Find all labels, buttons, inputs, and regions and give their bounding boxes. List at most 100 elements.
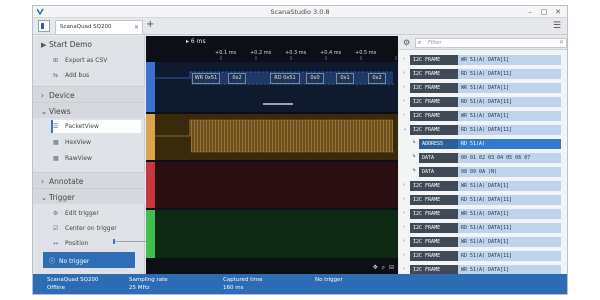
search-icon: ⌕	[418, 39, 422, 46]
expand-icon[interactable]: ›	[403, 70, 405, 76]
start-demo-header[interactable]: ▶ Start Demo	[33, 36, 145, 53]
chevron-down-icon[interactable]: ⌄	[403, 126, 407, 132]
waveform-traces	[155, 56, 397, 153]
expand-icon[interactable]: ›	[403, 196, 405, 202]
packet-row[interactable]: › I2C FRAME RD 51(A) DATA[11]	[399, 94, 567, 109]
decoded-packet[interactable]: RD 0x51	[270, 73, 300, 84]
pan-icon[interactable]: ✥	[373, 264, 378, 271]
checkbox-icon: ☑	[53, 225, 59, 232]
wave-tools: ✥ ⌕ ⊟	[371, 264, 394, 272]
new-tab-button[interactable]: +	[146, 19, 154, 30]
edit-trigger-item[interactable]: ⚙ Edit trigger	[53, 207, 143, 220]
decoded-packet[interactable]: WR 0x51	[192, 73, 220, 84]
tab-device[interactable]: ScanaQuad SQ200 ✕	[55, 20, 143, 34]
horizontal-scrollbar[interactable]	[263, 103, 293, 105]
packet-row[interactable]: › I2C FRAME WR 51(A) DATA[1]	[399, 178, 567, 193]
decoded-packet[interactable]: 0x0	[306, 73, 324, 84]
chevron-right-icon: ›	[41, 91, 44, 100]
trigger-section[interactable]: ⌄ Trigger	[33, 188, 145, 204]
decoded-packet[interactable]: 0x1	[336, 73, 354, 84]
filter-input[interactable]: ⌕ Filter ✕	[415, 38, 567, 48]
window-title: ScanaStudio 3.0.8	[270, 8, 330, 16]
add-bus-item[interactable]: ⇆ Add bus	[53, 69, 143, 82]
expand-icon[interactable]: ›	[403, 266, 405, 272]
expand-icon[interactable]: ›	[403, 252, 405, 258]
packet-row[interactable]: › I2C FRAME WR 51(A) DATA[1]	[399, 52, 567, 67]
chevron-down-icon: ⌄	[41, 193, 48, 202]
tree-branch-icon: ↳	[412, 153, 417, 159]
packet-row[interactable]: › I2C FRAME WR 51(A) DATA[1]	[399, 80, 567, 95]
packet-subrow-data[interactable]: ↳ DATA 00 01 02 03 04 05 06 07	[399, 150, 567, 165]
sidebar-item-packetview[interactable]: ☰ PacketView	[51, 120, 141, 133]
data-trace	[155, 119, 394, 153]
no-trigger-button[interactable]: ⓘ No trigger	[43, 252, 135, 268]
minimize-button[interactable]: –	[523, 6, 537, 18]
tab-label: ScanaQuad SQ200	[60, 24, 112, 30]
tree-branch-icon: ↳	[412, 167, 417, 173]
decoded-packet[interactable]: 0x2	[368, 73, 386, 84]
packet-subrow-data[interactable]: ↳ DATA 08 09 0A (N)	[399, 164, 567, 179]
gear-icon: ⚙	[53, 210, 59, 217]
packet-row[interactable]: › I2C FRAME WR 51(A) DATA[1]	[399, 234, 567, 249]
sidebar-item-rawview[interactable]: ▦ RawView	[53, 152, 143, 165]
expand-icon[interactable]: ›	[403, 238, 405, 244]
packet-row[interactable]: › I2C FRAME RD 51(A) DATA[11]	[399, 66, 567, 81]
gear-icon[interactable]: ⚙	[403, 38, 410, 47]
filter-placeholder: Filter	[428, 40, 442, 46]
expand-icon[interactable]: ›	[403, 182, 405, 188]
expand-icon[interactable]: ›	[403, 84, 405, 90]
packet-view-panel: ⚙ ⌕ Filter ✕ › I2C FRAME WR 51(A) DATA[1] …	[399, 36, 567, 275]
packet-row[interactable]: › I2C FRAME RD 51(A) DATA[11]	[399, 192, 567, 207]
views-section[interactable]: ⌄ Views	[33, 102, 145, 118]
channel-2-trace	[155, 119, 394, 153]
sidebar: ▶ Start Demo ⊞ Export as CSV ⇆ Add bus › Dev…	[33, 36, 161, 274]
slider-handle[interactable]	[113, 239, 115, 244]
tree-branch-icon: ↳	[412, 139, 417, 145]
chevron-right-icon: ›	[41, 177, 44, 186]
app-window: ScanaStudio 3.0.8 – □ ✕ ScanaQuad SQ200 …	[32, 5, 568, 295]
packet-row[interactable]: › I2C FRAME WR 51(A) DATA[1]	[399, 206, 567, 221]
center-on-trigger-item[interactable]: ☑ Center on trigger	[53, 222, 143, 235]
packet-row[interactable]: › I2C FRAME RD 51(A) DATA[11]	[399, 220, 567, 235]
captured-time-status: Captured time 160 ms	[223, 277, 263, 291]
hex-view-icon: ▦	[53, 139, 59, 146]
expand-icon[interactable]: ›	[403, 210, 405, 216]
title-bar: ScanaStudio 3.0.8 – □ ✕	[33, 6, 567, 18]
packet-row-expanded[interactable]: ⌄ I2C FRAME RD 51(A) DATA[11]	[399, 122, 567, 137]
expand-icon[interactable]: ›	[403, 112, 405, 118]
close-window-button[interactable]: ✕	[551, 6, 565, 18]
info-icon: ⓘ	[49, 258, 56, 265]
decoded-packet[interactable]: 0x2	[228, 73, 246, 84]
add-bus-icon: ⇆	[53, 72, 59, 79]
play-icon: ▶	[41, 41, 47, 49]
workspace-toggle-icon[interactable]	[38, 20, 50, 32]
time-grid	[220, 56, 397, 60]
device-section[interactable]: › Device	[33, 86, 145, 102]
maximize-button[interactable]: □	[537, 6, 551, 18]
expand-icon[interactable]: ›	[403, 56, 405, 62]
position-item: ↔ Position	[53, 237, 161, 250]
sampling-rate-status: Sampling rate 25 MHz	[129, 277, 168, 291]
status-bar: ScanaQuad SQ200 Offline Sampling rate 25…	[33, 274, 567, 294]
sidebar-item-hexview[interactable]: ▦ HexView	[53, 136, 143, 149]
expand-icon[interactable]: ›	[403, 98, 405, 104]
packet-view-icon: ☰	[53, 123, 59, 130]
device-status[interactable]: ScanaQuad SQ200 Offline	[47, 277, 99, 292]
fit-icon[interactable]: ⊟	[389, 264, 394, 271]
packet-subrow-address[interactable]: ↳ ADDRESS RD 51(A)	[399, 136, 567, 151]
packet-row[interactable]: › I2C FRAME WR 51(A) DATA[1]	[399, 108, 567, 123]
chevron-down-icon: ⌄	[41, 107, 48, 116]
raw-view-icon: ▦	[53, 155, 59, 162]
settings-sliders-icon[interactable]: ☰	[553, 21, 561, 31]
zoom-icon[interactable]: ⌕	[382, 264, 385, 271]
filter-bar: ⚙ ⌕ Filter ✕	[399, 36, 567, 50]
tab-close-icon[interactable]: ✕	[134, 24, 139, 31]
annotate-section[interactable]: › Annotate	[33, 172, 145, 188]
clear-icon[interactable]: ✕	[559, 39, 564, 46]
packet-row[interactable]: › I2C FRAME RD 51(A) DATA[11]	[399, 248, 567, 263]
expand-icon[interactable]: ›	[403, 224, 405, 230]
export-csv-item[interactable]: ⊞ Export as CSV	[53, 54, 143, 67]
waveform-panel[interactable]: ▸ 6 ms +0.1 ms +0.2 ms +0.3 ms +0.4 ms +…	[146, 36, 398, 274]
tab-bar: ScanaQuad SQ200 ✕ + ☰	[33, 18, 567, 35]
position-icon: ↔	[53, 240, 59, 247]
